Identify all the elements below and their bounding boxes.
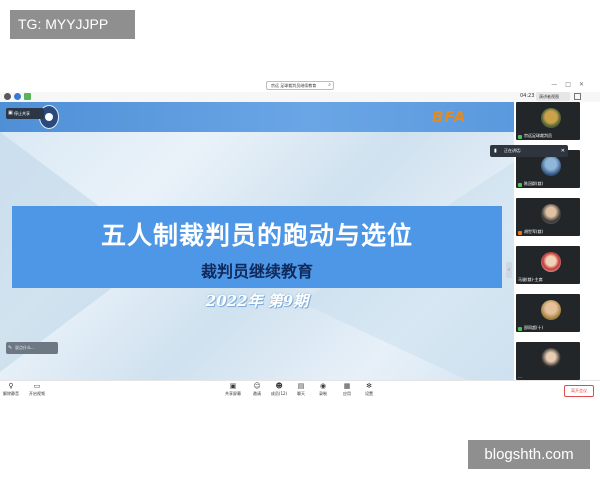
bfa-logo: BFA [432,108,467,126]
avatar [541,204,561,224]
page: TG: MYYJJPP 宗远 足球裁判员继续教育 ⌕ —□✕ 04:23 演讲者… [0,0,600,480]
participant-tile[interactable]: 宗远足球裁判员 [516,102,580,140]
slide-title: 五人制裁判员的跑动与选位 [100,221,413,250]
avatar [541,348,561,368]
record-icon: ◉ [319,382,327,390]
settings-button[interactable]: ✻ 设置 [358,383,380,400]
members-button[interactable]: ☻ 成员(12) [268,383,290,400]
start-video-button[interactable]: ▭ 开启视频 [26,383,48,400]
slide-subtitle: 裁判员继续教育 [200,262,313,281]
share-screen-label: 共享屏幕 [225,391,241,396]
mic-icon [518,135,522,139]
invite-icon: ☺ [253,382,261,390]
avatar [541,108,561,128]
meeting-timer: 04:23 [520,93,535,99]
meeting-title-text: 宗远 足球裁判员继续教育 [271,83,317,88]
leave-meeting-button[interactable]: 离开会议 [564,385,594,397]
speaker-icon: ▮ [494,148,497,154]
search-icon[interactable]: ⌕ [328,82,331,89]
participant-tile[interactable]: 胡世军(裁) [516,198,580,236]
speaking-label: 正在讲话: [504,148,522,153]
slide-title-band: 五人制裁判员的跑动与选位 裁判员继续教育 [12,206,502,288]
window-controls: —□✕ [551,81,592,88]
participant-name: 胡世军(裁) [524,229,544,234]
record-label: 录制 [319,391,327,396]
participant-name: 宗远足球裁判员 [524,133,552,138]
share-screen-button[interactable]: ▣ 共享屏幕 [222,383,244,400]
members-label: 成员(12) [270,391,288,396]
unmute-button[interactable]: ♀ 解除静音 [0,383,22,400]
avatar [541,300,561,320]
shared-screen: ▣ 停止共享 BFA 五人制裁判员的跑动与选位 裁判员继续教育 2022年 第9… [0,102,514,380]
chat-bubble-icon: ✎ [8,345,13,351]
mic-icon [518,183,522,187]
bottom-toolbar: ♀ 解除静音 ▭ 开启视频 ▣ 共享屏幕 ☺ 邀请 ☻ 成员(12) ▤ 聊天 [0,380,600,400]
watermark-top: TG: MYYJJPP [10,10,135,39]
participant-tile[interactable]: 马骏(裁)-主席 [516,246,580,284]
apps-icon: ▦ [343,382,351,390]
camera-icon: ▭ [33,382,41,390]
settings-icon: ✻ [366,382,372,390]
participant-panel: 宗远足球裁判员 陈冠群(裁) 胡世军(裁) 马骏(裁)-主席 邵同超(十) … [514,102,600,380]
info-icon[interactable] [4,93,11,100]
meeting-title-field[interactable]: 宗远 足球裁判员继续教育 ⌕ [266,81,334,90]
slide-period: 2022年 第9期 [205,292,309,310]
speaking-indicator: ▮ 正在讲话: ✕ [490,145,568,157]
apps-label: 应用 [343,391,351,396]
invite-button[interactable]: ☺ 邀请 [246,383,268,400]
view-switch-button[interactable]: 演讲者视图 [536,92,570,101]
shield-icon[interactable] [14,93,21,100]
avatar [541,156,561,176]
participant-tile[interactable]: … [516,342,580,380]
mic-icon: ♀ [8,382,14,390]
participant-name: 邵同超(十) [524,325,544,330]
meeting-window: 宗远 足球裁判员继续教育 ⌕ —□✕ 04:23 演讲者视图 ▣ 停止共享 BF… [0,80,600,400]
invite-label: 邀请 [253,391,261,396]
grid-view-icon[interactable] [574,93,581,100]
mic-icon [518,327,522,331]
watermark-bottom: blogshth.com [468,440,590,469]
participant-name: 马骏(裁)-主席 [518,277,543,282]
chat-placeholder: 说点什么... [15,345,35,350]
chat-button[interactable]: ▤ 聊天 [290,383,312,400]
close-icon[interactable]: ✕ [561,145,565,157]
participant-name: 陈冠群(裁) [524,181,544,186]
close-icon[interactable]: ✕ [579,81,592,88]
participant-name: … [518,374,522,379]
share-screen-icon: ▣ [229,382,237,390]
slide-banner: ▣ 停止共享 BFA [0,102,514,132]
unmute-label: 解除静音 [3,391,19,396]
mic-muted-icon [518,231,522,235]
screen-icon: ▣ [8,110,13,116]
stop-share-button[interactable]: ▣ 停止共享 [6,108,44,119]
members-icon: ☻ [275,382,283,390]
maximize-icon[interactable]: □ [565,81,579,88]
start-video-label: 开启视频 [29,391,45,396]
minimize-icon[interactable]: — [551,81,565,88]
chat-label: 聊天 [297,391,305,396]
top-toolbar: 04:23 演讲者视图 [0,92,600,102]
chat-input[interactable]: ✎ 说点什么... [6,342,58,354]
signal-icon[interactable] [24,93,31,100]
title-bar: 宗远 足球裁判员继续教育 ⌕ —□✕ [0,80,600,92]
collapse-panel-button[interactable]: ‹ [506,262,512,278]
stop-share-label: 停止共享 [14,111,30,116]
avatar [541,252,561,272]
record-button[interactable]: ◉ 录制 [312,383,334,400]
chat-icon: ▤ [297,382,305,390]
settings-label: 设置 [365,391,373,396]
apps-button[interactable]: ▦ 应用 [336,383,358,400]
participant-tile[interactable]: 邵同超(十) [516,294,580,332]
